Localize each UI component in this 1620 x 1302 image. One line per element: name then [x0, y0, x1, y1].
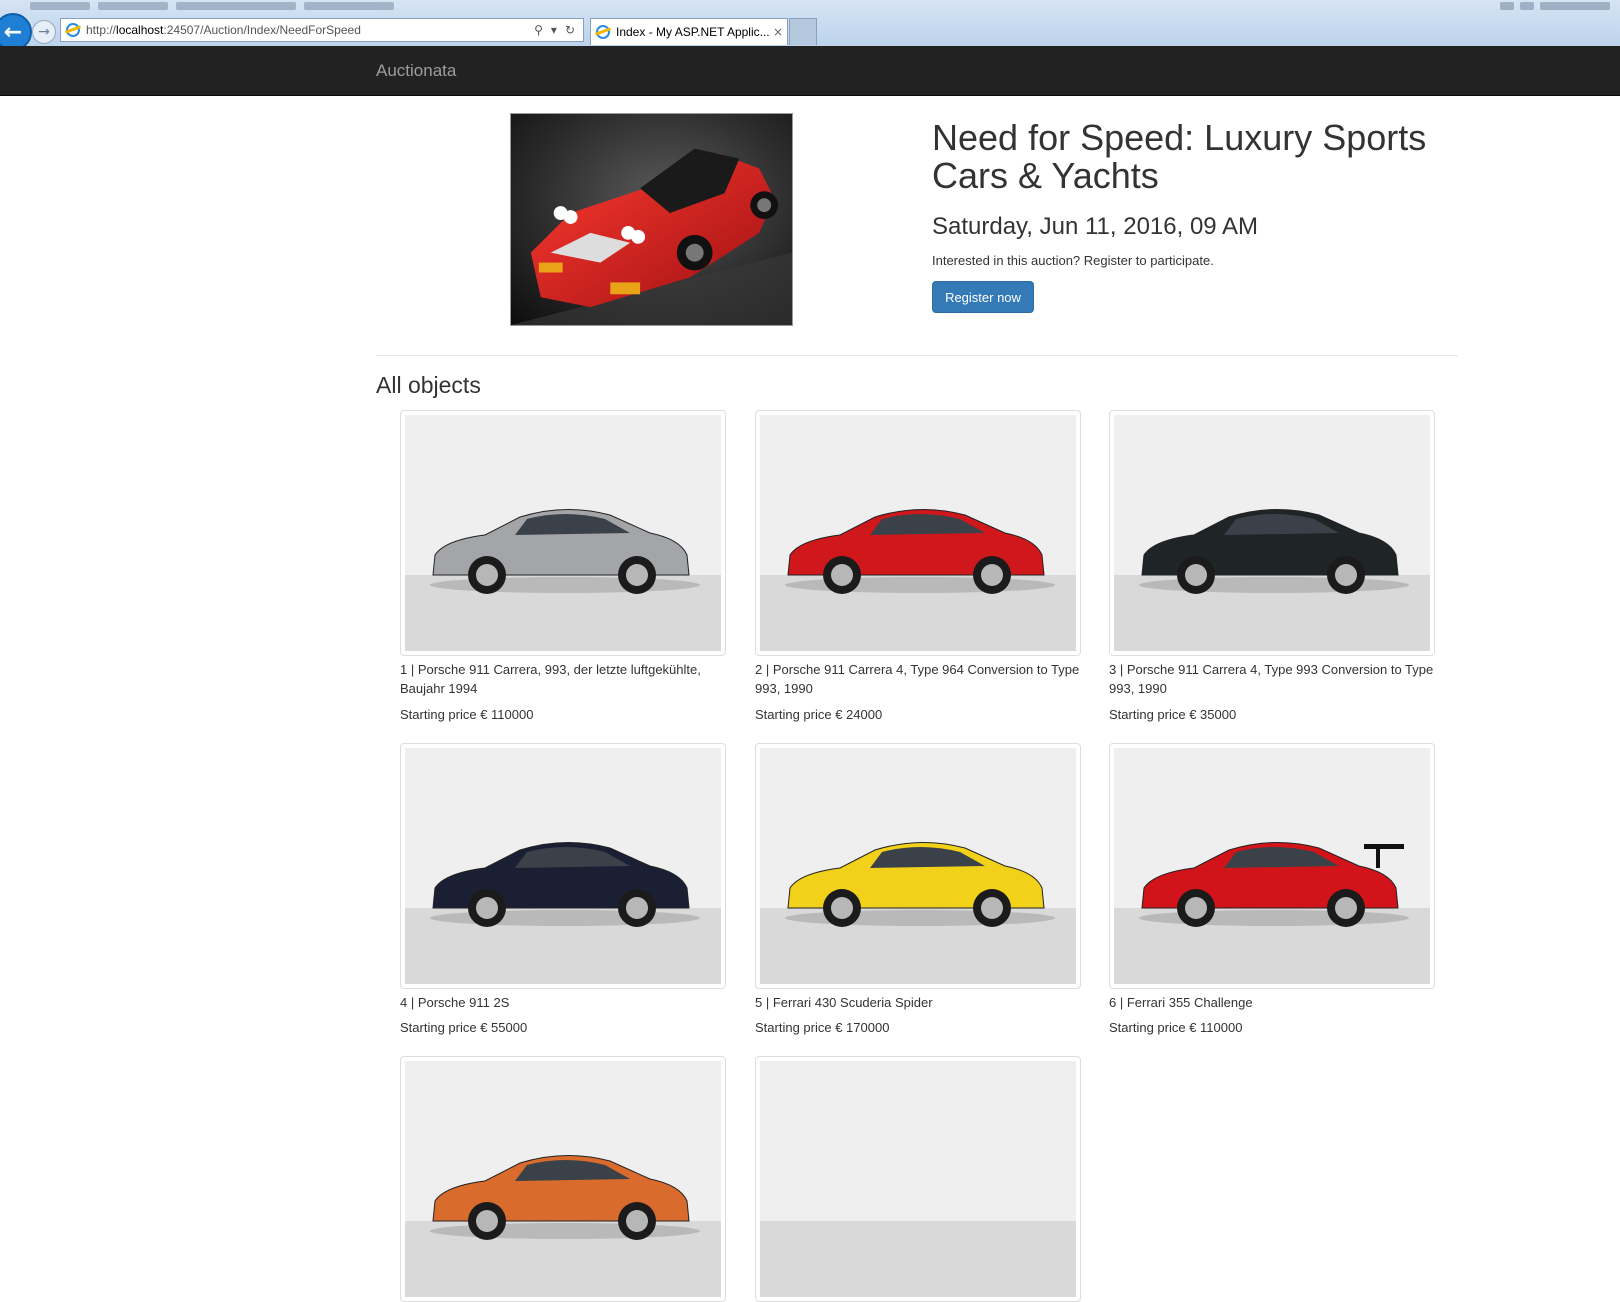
- address-text[interactable]: http://localhost:24507/Auction/Index/Nee…: [86, 23, 534, 37]
- object-price: Starting price € 110000: [400, 707, 534, 722]
- tab-title: Index - My ASP.NET Applic...: [616, 25, 769, 39]
- car-rim: [1335, 564, 1357, 586]
- close-icon[interactable]: ×: [769, 25, 787, 39]
- object-card[interactable]: [400, 1056, 726, 1302]
- object-card[interactable]: 3 | Porsche 911 Carrera 4, Type 993 Conv…: [1109, 410, 1435, 722]
- new-tab-button[interactable]: [789, 18, 817, 45]
- object-card[interactable]: 5 | Ferrari 430 Scuderia Spider Starting…: [755, 743, 1081, 1035]
- object-thumbnail[interactable]: [755, 1056, 1081, 1302]
- address-tools: ⚲ ▾ ↻: [534, 23, 583, 37]
- object-card[interactable]: [755, 1056, 1081, 1302]
- car-rim: [626, 1210, 648, 1232]
- object-thumbnail[interactable]: [1109, 743, 1435, 989]
- car-rim: [476, 897, 498, 919]
- search-icon[interactable]: ⚲: [534, 23, 543, 37]
- ie-page-icon: [66, 23, 80, 37]
- window-title-bar: [30, 2, 394, 14]
- car-rim: [1185, 897, 1207, 919]
- car-rim: [831, 897, 853, 919]
- car-rim: [1185, 564, 1207, 586]
- object-price: Starting price € 55000: [400, 1020, 528, 1035]
- object-card[interactable]: 6 | Ferrari 355 Challenge Starting price…: [1109, 743, 1435, 1035]
- brand-link[interactable]: Auctionata: [376, 61, 456, 81]
- object-price: Starting price € 35000: [1109, 707, 1237, 722]
- ie-tab-icon: [596, 25, 610, 39]
- car-rim: [831, 564, 853, 586]
- register-prompt: Interested in this auction? Register to …: [932, 253, 1214, 268]
- object-card[interactable]: 4 | Porsche 911 2S Starting price € 5500…: [400, 743, 726, 1035]
- object-title[interactable]: 3 | Porsche 911 Carrera 4, Type 993 Conv…: [1109, 660, 1435, 700]
- car-rim: [476, 564, 498, 586]
- car-rim: [981, 897, 1003, 919]
- forward-arrow-icon[interactable]: →: [32, 20, 56, 44]
- car-rim: [626, 564, 648, 586]
- section-divider: [376, 355, 1458, 356]
- car-rim: [981, 564, 1003, 586]
- site-navbar: Auctionata: [0, 46, 1620, 96]
- all-objects-heading: All objects: [376, 372, 481, 398]
- rear-wing: [1364, 844, 1404, 849]
- car-rim: [626, 897, 648, 919]
- object-thumbnail[interactable]: [400, 1056, 726, 1302]
- studio-floor: [760, 1221, 1076, 1297]
- car-rim: [1335, 897, 1357, 919]
- register-now-button[interactable]: Register now: [932, 281, 1034, 313]
- object-price: Starting price € 110000: [1109, 1020, 1243, 1035]
- object-thumbnail[interactable]: [400, 410, 726, 656]
- car-rim: [476, 1210, 498, 1232]
- auction-hero-image: [510, 113, 793, 326]
- object-card[interactable]: 2 | Porsche 911 Carrera 4, Type 964 Conv…: [755, 410, 1081, 722]
- window-controls: [1460, 2, 1610, 12]
- object-title[interactable]: 2 | Porsche 911 Carrera 4, Type 964 Conv…: [755, 660, 1081, 700]
- object-price: Starting price € 24000: [755, 707, 883, 722]
- object-card[interactable]: 1 | Porsche 911 Carrera, 993, der letzte…: [400, 410, 726, 722]
- object-thumbnail[interactable]: [400, 743, 726, 989]
- browser-chrome: ← → http://localhost:24507/Auction/Index…: [0, 0, 1620, 51]
- refresh-icon[interactable]: ↻: [565, 23, 575, 37]
- object-price: Starting price € 170000: [755, 1020, 890, 1035]
- browser-tab[interactable]: Index - My ASP.NET Applic... ×: [590, 18, 788, 45]
- auction-date: Saturday, Jun 11, 2016, 09 AM: [932, 213, 1258, 240]
- object-thumbnail[interactable]: [1109, 410, 1435, 656]
- auction-title: Need for Speed: Luxury Sports Cars & Yac…: [932, 117, 1427, 196]
- object-thumbnail[interactable]: [755, 410, 1081, 656]
- dropdown-icon[interactable]: ▾: [551, 23, 557, 37]
- object-title[interactable]: 1 | Porsche 911 Carrera, 993, der letzte…: [400, 660, 726, 700]
- object-thumbnail[interactable]: [755, 743, 1081, 989]
- address-bar[interactable]: http://localhost:24507/Auction/Index/Nee…: [60, 18, 584, 42]
- wing-strut: [1376, 848, 1380, 868]
